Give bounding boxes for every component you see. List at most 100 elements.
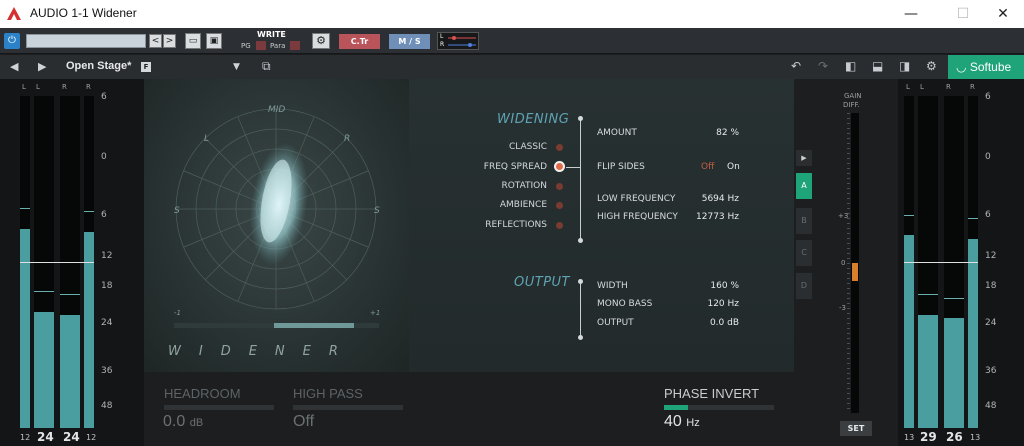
width-value[interactable]: 160 % [669,281,739,291]
host-toolbar: ⏻ < > ▭ ▣ WRITE PG Para ⚙ C.Tr M / S L R [0,28,1024,54]
favorite-badge[interactable]: F [141,62,151,72]
pg-toggle[interactable] [256,41,266,50]
flip-sides-off[interactable]: Off [701,162,714,172]
gain-tick [847,313,850,314]
input-meter-panel: L 12 L 24 R 24 R 12 6 0 6 12 18 24 36 48 [0,79,144,446]
softube-button[interactable]: ◡ Softube [948,55,1024,79]
mode-rotation-dot[interactable] [556,183,563,190]
minimize-button[interactable]: — [888,0,934,28]
compare-icon[interactable]: ⧉ [262,59,271,74]
preset-next-button[interactable]: ▶ [38,60,46,73]
para-label: Para [270,42,286,50]
snapshot-tab-d[interactable]: D [796,273,812,299]
host-open-button[interactable]: ▭ [185,33,201,49]
output-scale-label: 12 [985,251,997,261]
phase-invert-fill [664,405,689,410]
gain-tick [847,268,850,269]
high-pass-bar[interactable] [293,405,403,410]
gain-tick [847,183,850,184]
plugin-nav-bar: ◀ ▶ Open Stage* F ▼ ⧉ ↶ ↷ ◧ ⬓ ◨ ⚙ [0,55,1024,79]
output-value[interactable]: 0.0 dB [669,318,739,328]
view-left-icon[interactable]: ◧ [845,59,856,73]
mode-classic-dot[interactable] [556,144,563,151]
output-peak-readout[interactable]: 26 [946,430,963,444]
gain-tick [847,278,850,279]
input-channel-label: R [86,83,91,91]
mode-reflections[interactable]: REFLECTIONS [447,220,547,230]
mode-ambience[interactable]: AMBIENCE [447,200,547,210]
gain-tick [847,143,850,144]
width-label: WIDTH [597,281,628,291]
snapshot-tab-c[interactable]: C [796,240,812,266]
input-peak-readout[interactable]: 24 [37,430,54,444]
gear-icon: ⚙ [316,34,326,47]
stereo-scope: MID L R S S -1 +1 [144,79,409,372]
phase-invert-bar[interactable] [664,405,774,410]
snapshot-tab-b[interactable]: B [796,208,812,234]
ms-button[interactable]: M / S [389,34,430,49]
phase-invert-value-group[interactable]: 40 Hz [664,413,700,431]
undo-icon[interactable]: ↶ [791,59,801,73]
power-button[interactable]: ⏻ [4,33,20,49]
gain-scale-plus3: +3 [838,212,849,220]
high-frequency-value[interactable]: 12773 Hz [669,212,739,222]
close-button[interactable]: ✕ [980,0,1024,28]
output-peak-readout[interactable]: 13 [904,433,914,442]
view-bottom-icon[interactable]: ⬓ [872,59,883,73]
redo-icon[interactable]: ↷ [818,59,828,73]
input-peak-line [34,290,54,292]
mode-reflections-dot[interactable] [556,222,563,229]
flip-sides-on[interactable]: On [727,162,740,172]
preset-name[interactable]: Open Stage* [66,60,131,72]
output-peak-readout[interactable]: 13 [970,433,980,442]
gain-tick [847,248,850,249]
host-save-button[interactable]: ▣ [206,33,222,49]
headroom-label: HEADROOM [164,386,241,401]
view-right-icon[interactable]: ◨ [899,59,910,73]
mode-ambience-dot[interactable] [556,202,563,209]
folder-icon: ▭ [188,36,198,46]
input-peak-line [60,294,80,296]
routing-button[interactable]: L R [437,32,479,50]
gain-tick [847,308,850,309]
snapshot-tab-a[interactable]: A [796,173,812,199]
side-play-button[interactable]: ▶ [796,150,812,166]
high-frequency-label: HIGH FREQUENCY [597,212,678,222]
mono-bass-value[interactable]: 120 Hz [669,299,739,309]
host-next-button[interactable]: > [163,34,176,48]
mode-classic[interactable]: CLASSIC [447,142,547,152]
low-frequency-value[interactable]: 5694 Hz [669,194,739,204]
output-peak-readout[interactable]: 29 [920,430,937,444]
input-peak-readout[interactable]: 24 [63,430,80,444]
gain-tick [847,148,850,149]
high-pass-value[interactable]: Off [293,413,314,431]
output-meter-panel: L 13 L 29 R 26 R 13 6 0 6 12 18 24 36 48 [898,79,1024,446]
scope-s-left-label: S [174,206,180,216]
settings-icon[interactable]: ⚙ [926,59,937,73]
headroom-value-group[interactable]: 0.0 dB [163,413,203,431]
output-meter-fill [968,238,978,428]
set-button[interactable]: SET [840,421,872,436]
input-peak-readout[interactable]: 12 [20,433,30,442]
amount-value[interactable]: 82 % [669,128,739,138]
gain-tick [847,303,850,304]
host-preset-field[interactable] [26,34,146,48]
output-peak-line [904,214,914,216]
output-meter-fill [944,318,964,428]
input-peak-line [84,211,94,213]
gain-scale-0: 0 [841,259,846,267]
host-prev-button[interactable]: < [149,34,162,48]
headroom-bar[interactable] [164,405,274,410]
mode-freq-spread[interactable]: FREQ SPREAD [447,162,547,172]
output-channel-label: L [906,83,910,91]
softube-logo-icon: ◡ [956,60,967,74]
preset-prev-button[interactable]: ◀ [10,60,18,73]
preset-dropdown-icon[interactable]: ▼ [233,62,240,72]
widening-node-bottom [578,238,583,243]
host-settings-button[interactable]: ⚙ [312,33,330,49]
input-peak-readout[interactable]: 12 [86,433,96,442]
para-toggle[interactable] [290,41,300,50]
mode-freq-spread-dot[interactable] [554,161,565,172]
mode-rotation[interactable]: ROTATION [447,181,547,191]
ctr-button[interactable]: C.Tr [339,34,380,49]
